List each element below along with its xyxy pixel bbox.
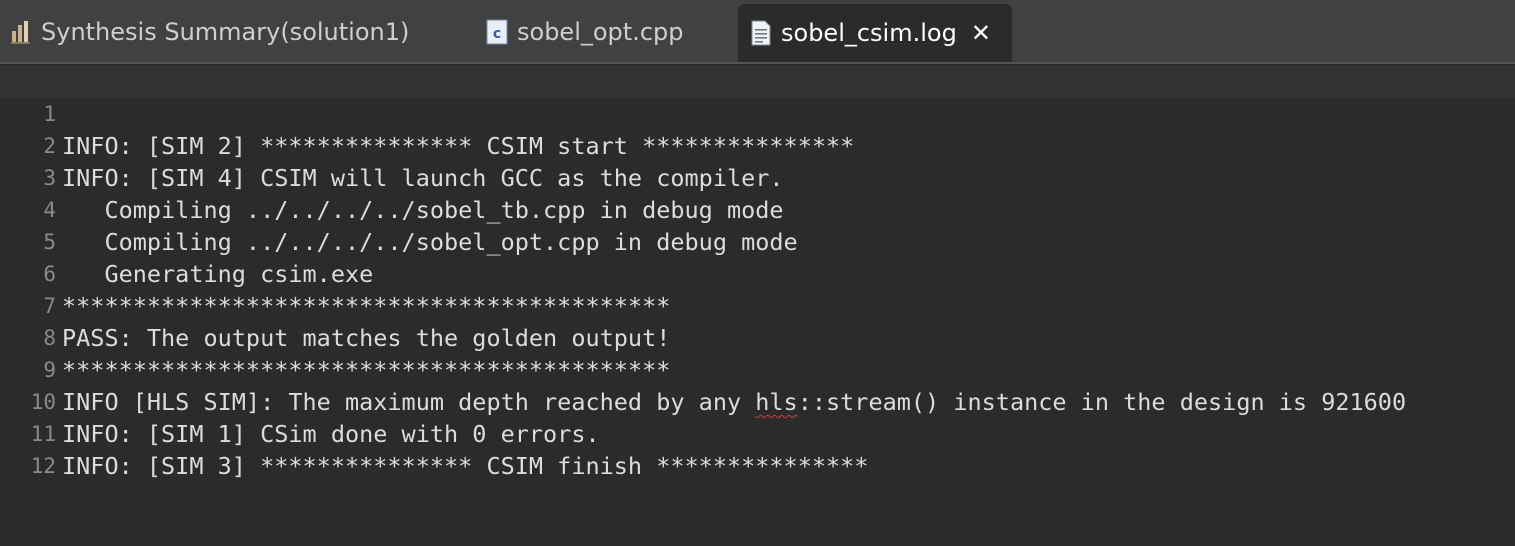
- editor-line: 3 Compiling ../../../../sobel_tb.cpp in …: [0, 130, 1515, 224]
- editor-line: 10 INFO: [SIM 1] CSim done with 0 errors…: [0, 354, 1515, 448]
- tab-label: Synthesis Summary(solution1): [41, 18, 410, 46]
- editor-line: 1 INFO: [SIM 2] *************** CSIM sta…: [0, 66, 1515, 160]
- editor-line: 6 **************************************…: [0, 226, 1515, 320]
- editor-line: 5 Generating csim.exe: [0, 194, 1515, 288]
- svg-text:c: c: [493, 26, 501, 42]
- tab-sobel-opt-cpp[interactable]: c sobel_opt.cpp: [486, 4, 683, 60]
- cpp-file-icon: c: [486, 19, 508, 45]
- editor-line: 11 INFO: [SIM 3] *************** CSIM fi…: [0, 386, 1515, 480]
- editor-line: 8 **************************************…: [0, 290, 1515, 384]
- report-icon: [10, 19, 32, 45]
- editor-line: 2 INFO: [SIM 4] CSIM will launch GCC as …: [0, 98, 1515, 192]
- editor-line: 9 INFO [HLS SIM]: The maximum depth reac…: [0, 322, 1515, 416]
- tab-label: sobel_csim.log: [781, 19, 957, 47]
- line-number: 12: [30, 454, 56, 478]
- editor-line: 12: [0, 418, 1515, 478]
- text-file-icon: [750, 20, 772, 46]
- line-text: INFO: [SIM 3] *************** CSIM finis…: [62, 452, 869, 480]
- editor-tab-bar: Synthesis Summary(solution1) c sobel_opt…: [0, 0, 1515, 64]
- tab-synthesis-summary[interactable]: Synthesis Summary(solution1): [10, 4, 409, 60]
- close-icon[interactable]: ✕: [971, 19, 991, 47]
- editor-line: 7 PASS: The output matches the golden ou…: [0, 258, 1515, 352]
- tab-sobel-csim-log[interactable]: sobel_csim.log ✕: [738, 4, 1012, 62]
- tab-label: sobel_opt.cpp: [517, 18, 684, 46]
- editor-line: 4 Compiling ../../../../sobel_opt.cpp in…: [0, 162, 1515, 256]
- log-editor[interactable]: 1 INFO: [SIM 2] *************** CSIM sta…: [0, 64, 1515, 480]
